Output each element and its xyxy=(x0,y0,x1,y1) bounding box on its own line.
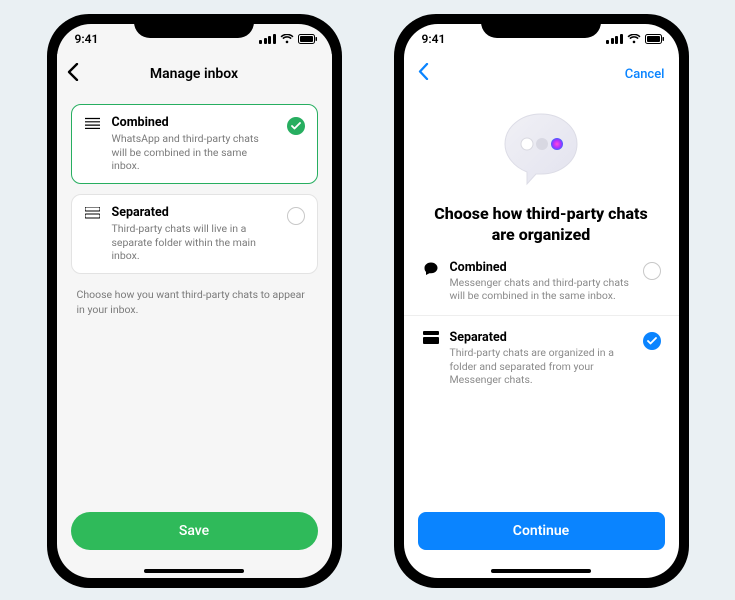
navbar: Manage inbox xyxy=(57,54,332,94)
heading: Choose how third-party chats are organiz… xyxy=(404,204,679,246)
battery-icon xyxy=(298,34,318,44)
combined-list-icon xyxy=(84,115,102,130)
chat-bubble-icon xyxy=(422,260,440,277)
save-button[interactable]: Save xyxy=(71,512,318,550)
option-text: Combined Messenger chats and third-party… xyxy=(450,260,633,303)
home-indicator[interactable] xyxy=(491,569,591,573)
option-combined[interactable]: Combined WhatsApp and third-party chats … xyxy=(71,104,318,184)
option-text: Separated Third-party chats will live in… xyxy=(112,205,277,263)
option-desc: Third-party chats will live in a separat… xyxy=(112,222,277,263)
selected-check-icon xyxy=(643,332,661,350)
continue-button-label: Continue xyxy=(513,523,569,539)
wifi-icon xyxy=(627,34,641,44)
home-indicator[interactable] xyxy=(144,569,244,573)
continue-button[interactable]: Continue xyxy=(418,512,665,550)
phone-whatsapp: 9:41 Manage inbox Combined xyxy=(47,14,342,588)
option-desc: WhatsApp and third-party chats will be c… xyxy=(112,132,277,173)
option-text: Combined WhatsApp and third-party chats … xyxy=(112,115,277,173)
folder-icon xyxy=(422,330,440,344)
unselected-radio-icon xyxy=(643,262,661,280)
separated-list-icon xyxy=(84,205,102,220)
footer-note: Choose how you want third-party chats to… xyxy=(77,288,312,317)
hero-illustration xyxy=(404,108,679,194)
signal-icon xyxy=(606,34,623,44)
navbar: Cancel xyxy=(404,54,679,94)
save-button-label: Save xyxy=(179,523,209,539)
option-separated[interactable]: Separated Third-party chats will live in… xyxy=(71,194,318,274)
back-button[interactable] xyxy=(418,63,429,85)
cancel-button[interactable]: Cancel xyxy=(625,67,665,82)
option-text: Separated Third-party chats are organize… xyxy=(450,330,633,387)
option-title: Separated xyxy=(112,205,277,220)
phone-messenger: 9:41 Cancel xyxy=(394,14,689,588)
option-title: Combined xyxy=(450,260,633,275)
status-indicators xyxy=(259,34,318,44)
option-separated[interactable]: Separated Third-party chats are organize… xyxy=(404,316,679,399)
status-indicators xyxy=(606,34,665,44)
option-combined[interactable]: Combined Messenger chats and third-party… xyxy=(404,246,679,316)
option-title: Combined xyxy=(112,115,277,130)
option-title: Separated xyxy=(450,330,633,345)
screen-messenger: 9:41 Cancel xyxy=(404,24,679,578)
option-desc: Messenger chats and third-party chats wi… xyxy=(450,276,633,303)
page-title: Manage inbox xyxy=(150,66,238,82)
unselected-radio-icon xyxy=(287,207,305,225)
status-time: 9:41 xyxy=(422,32,446,46)
option-desc: Third-party chats are organized in a fol… xyxy=(450,346,633,387)
screen-whatsapp: 9:41 Manage inbox Combined xyxy=(57,24,332,578)
status-time: 9:41 xyxy=(75,32,99,46)
wifi-icon xyxy=(280,34,294,44)
device-notch xyxy=(481,14,601,38)
selected-check-icon xyxy=(287,117,305,135)
device-notch xyxy=(134,14,254,38)
signal-icon xyxy=(259,34,276,44)
battery-icon xyxy=(645,34,665,44)
back-button[interactable] xyxy=(67,62,79,86)
